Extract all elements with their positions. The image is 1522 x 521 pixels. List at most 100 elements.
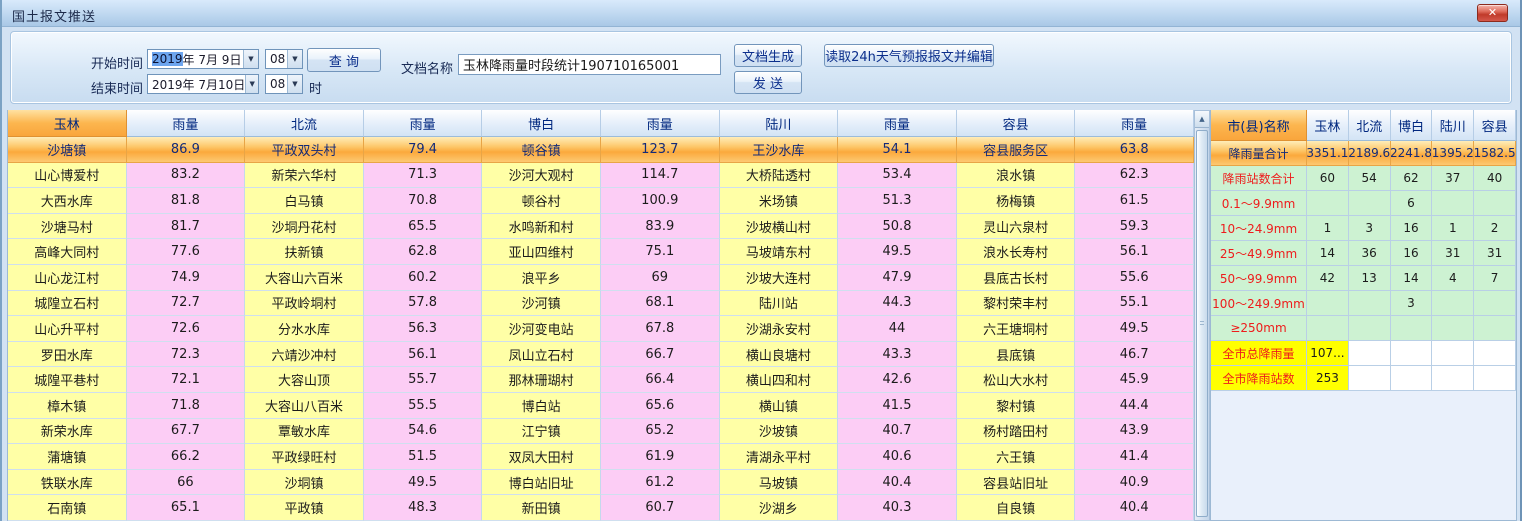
- column-header[interactable]: 雨量: [127, 110, 246, 137]
- table-row[interactable]: 蒲塘镇66.2平政绿旺村51.5双凤大田村61.9清湖永平村40.6六王镇41.…: [8, 444, 1194, 470]
- table-row[interactable]: 沙塘镇86.9平政双头村79.4顿谷镇123.7王沙水库54.1容县服务区63.…: [8, 137, 1194, 163]
- station-name-cell: 沙塘镇: [8, 137, 127, 163]
- column-header[interactable]: 陆川: [720, 110, 839, 137]
- read-forecast-button[interactable]: 读取24h天气预报报文并编辑: [824, 44, 994, 67]
- table-row[interactable]: 樟木镇71.8大容山八百米55.5博白站65.6横山镇41.5黎村镇44.4: [8, 393, 1194, 419]
- summary-column-header[interactable]: 玉林: [1307, 110, 1349, 141]
- station-name-cell: 松山大水村: [957, 367, 1076, 393]
- rain-value-cell: 66.7: [601, 342, 720, 368]
- summary-row[interactable]: 全市总降雨量107...: [1211, 341, 1516, 366]
- station-name-cell: 山心升平村: [8, 316, 127, 342]
- table-row[interactable]: 山心博爱村83.2新荣六华村71.3沙河大观村114.7大桥陆透村53.4浪水镇…: [8, 163, 1194, 189]
- window-title: 国土报文推送: [12, 6, 96, 25]
- summary-row[interactable]: ≥250mm: [1211, 316, 1516, 341]
- summary-column-header[interactable]: 容县: [1474, 110, 1516, 141]
- station-name-cell: 沙坡镇: [720, 419, 839, 445]
- end-hour-combobox[interactable]: 08 ▼: [265, 74, 303, 94]
- end-date-combobox[interactable]: 2019年 7月10日 ▼: [147, 74, 259, 94]
- column-header[interactable]: 雨量: [601, 110, 720, 137]
- chevron-down-icon[interactable]: ▼: [243, 50, 258, 68]
- end-hour-unit-label: 时: [309, 78, 322, 97]
- column-header[interactable]: 雨量: [1075, 110, 1194, 137]
- station-name-cell: 横山四和村: [720, 367, 839, 393]
- doc-name-input[interactable]: 玉林降雨量时段统计190710165001: [458, 54, 721, 75]
- station-name-cell: 容县服务区: [957, 137, 1076, 163]
- rain-value-cell: 55.5: [364, 393, 483, 419]
- summary-column-header[interactable]: 陆川: [1432, 110, 1474, 141]
- rain-value-cell: 74.9: [127, 265, 246, 291]
- summary-column-header[interactable]: 博白: [1391, 110, 1433, 141]
- summary-row[interactable]: 50～99.9mm42131447: [1211, 266, 1516, 291]
- vertical-scrollbar[interactable]: ▲: [1194, 110, 1210, 521]
- station-name-cell: 蒲塘镇: [8, 444, 127, 470]
- summary-row-label: 50～99.9mm: [1211, 266, 1307, 291]
- table-row[interactable]: 大西水库81.8白马镇70.8顿谷村100.9米场镇51.3杨梅镇61.5: [8, 188, 1194, 214]
- summary-value-cell: 16: [1391, 241, 1433, 266]
- table-row[interactable]: 高峰大同村77.6扶新镇62.8亚山四维村75.1马坡靖东村49.5浪水长寿村5…: [8, 239, 1194, 265]
- table-row[interactable]: 罗田水库72.3六靖沙冲村56.1凤山立石村66.7横山良塘村43.3县底镇46…: [8, 342, 1194, 368]
- station-name-cell: 新荣六华村: [245, 163, 364, 189]
- summary-column-header[interactable]: 北流: [1349, 110, 1391, 141]
- rain-value-cell: 71.3: [364, 163, 483, 189]
- summary-value-cell: 6: [1391, 191, 1433, 216]
- summary-row[interactable]: 100～249.9mm3: [1211, 291, 1516, 316]
- table-row[interactable]: 城隍立石村72.7平政岭垌村57.8沙河镇68.1陆川站44.3黎村荣丰村55.…: [8, 291, 1194, 317]
- station-name-cell: 山心博爱村: [8, 163, 127, 189]
- station-name-cell: 王沙水库: [720, 137, 839, 163]
- chevron-down-icon[interactable]: ▼: [287, 75, 302, 93]
- summary-row-label: 全市总降雨量: [1211, 341, 1307, 366]
- start-date-combobox[interactable]: 2019年 7月 9日 ▼: [147, 49, 259, 69]
- rainfall-table: 玉林雨量北流雨量博白雨量陆川雨量容县雨量 沙塘镇86.9平政双头村79.4顿谷镇…: [7, 110, 1194, 521]
- rain-value-cell: 55.6: [1075, 265, 1194, 291]
- scroll-up-icon[interactable]: ▲: [1195, 111, 1209, 128]
- query-button[interactable]: 查 询: [307, 48, 381, 72]
- start-date-year-selected: 2019: [152, 52, 183, 66]
- summary-row-label: 降雨量合计: [1211, 141, 1307, 166]
- station-name-cell: 双凤大田村: [482, 444, 601, 470]
- table-row[interactable]: 新荣水库67.7覃敏水库54.6江宁镇65.2沙坡镇40.7杨村踏田村43.9: [8, 419, 1194, 445]
- rain-value-cell: 56.3: [364, 316, 483, 342]
- start-hour-combobox[interactable]: 08 ▼: [265, 49, 303, 69]
- send-button[interactable]: 发 送: [734, 71, 802, 94]
- station-name-cell: 大容山顶: [245, 367, 364, 393]
- summary-row[interactable]: 降雨量合计3351.12189.62241.81395.21582.5: [1211, 141, 1516, 166]
- rain-value-cell: 45.9: [1075, 367, 1194, 393]
- column-header[interactable]: 雨量: [364, 110, 483, 137]
- table-row[interactable]: 石南镇65.1平政镇48.3新田镇60.7沙湖乡40.3自良镇40.4: [8, 495, 1194, 521]
- column-header[interactable]: 博白: [482, 110, 601, 137]
- chevron-down-icon[interactable]: ▼: [245, 75, 258, 93]
- column-header[interactable]: 玉林: [8, 110, 127, 137]
- column-header[interactable]: 北流: [245, 110, 364, 137]
- station-name-cell: 灵山六泉村: [957, 214, 1076, 240]
- rain-value-cell: 50.8: [838, 214, 957, 240]
- table-row[interactable]: 城隍平巷村72.1大容山顶55.7那林珊瑚村66.4横山四和村42.6松山大水村…: [8, 367, 1194, 393]
- station-name-cell: 沙河大观村: [482, 163, 601, 189]
- summary-row[interactable]: 降雨站数合计6054623740: [1211, 166, 1516, 191]
- station-name-cell: 浪水镇: [957, 163, 1076, 189]
- summary-value-cell: 40: [1474, 166, 1516, 191]
- table-row[interactable]: 山心龙江村74.9大容山六百米60.2浪平乡69沙坡大连村47.9县底古长村55…: [8, 265, 1194, 291]
- summary-value-cell: [1349, 291, 1391, 316]
- station-name-cell: 沙垌镇: [245, 470, 364, 496]
- summary-row-label: ≥250mm: [1211, 316, 1307, 341]
- table-row[interactable]: 铁联水库66沙垌镇49.5博白站旧址61.2马坡镇40.4容县站旧址40.9: [8, 470, 1194, 496]
- close-button[interactable]: ✕: [1477, 4, 1508, 22]
- summary-column-header[interactable]: 市(县)名称: [1211, 110, 1307, 141]
- summary-value-cell: 3: [1391, 291, 1433, 316]
- scrollbar-thumb[interactable]: [1196, 130, 1208, 517]
- summary-row[interactable]: 0.1～9.9mm6: [1211, 191, 1516, 216]
- table-row[interactable]: 沙塘马村81.7沙垌丹花村65.5水鸣新和村83.9沙坡横山村50.8灵山六泉村…: [8, 214, 1194, 240]
- table-row[interactable]: 山心升平村72.6分水水库56.3沙河变电站67.8沙湖永安村44六王塘垌村49…: [8, 316, 1194, 342]
- rain-value-cell: 65.2: [601, 419, 720, 445]
- rain-value-cell: 49.5: [1075, 316, 1194, 342]
- summary-row[interactable]: 全市降雨站数253: [1211, 366, 1516, 391]
- summary-row[interactable]: 25～49.9mm1436163131: [1211, 241, 1516, 266]
- rain-value-cell: 67.8: [601, 316, 720, 342]
- column-header[interactable]: 雨量: [838, 110, 957, 137]
- chevron-down-icon[interactable]: ▼: [287, 50, 302, 68]
- station-name-cell: 马坡靖东村: [720, 239, 839, 265]
- summary-row[interactable]: 10～24.9mm131612: [1211, 216, 1516, 241]
- generate-doc-button[interactable]: 文档生成: [734, 44, 802, 67]
- summary-value-cell: 7: [1474, 266, 1516, 291]
- column-header[interactable]: 容县: [957, 110, 1076, 137]
